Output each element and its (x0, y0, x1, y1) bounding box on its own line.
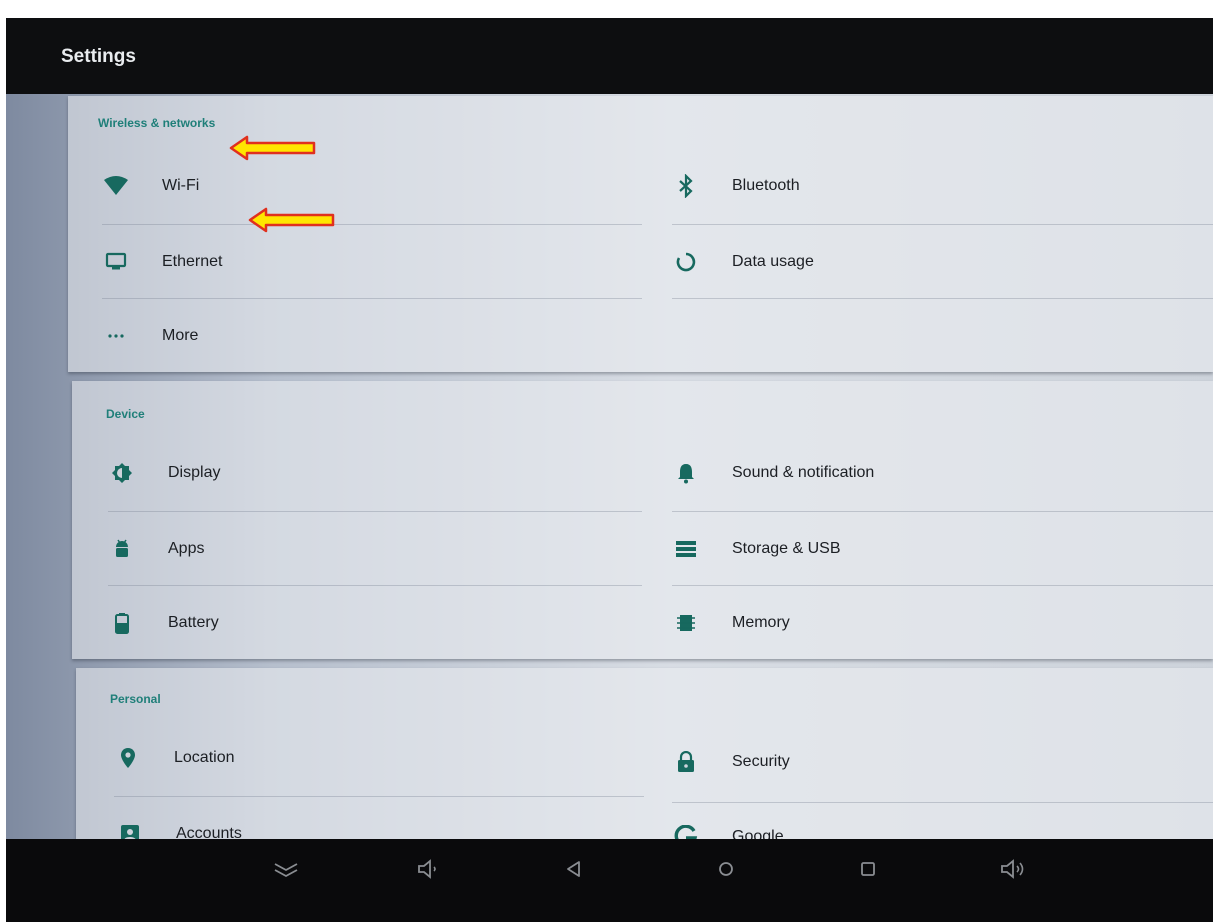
more-icon (102, 322, 130, 350)
setting-label-memory: Memory (732, 614, 790, 631)
recents-icon[interactable] (848, 849, 888, 889)
setting-label-more: More (162, 327, 199, 344)
account-icon (116, 820, 144, 839)
setting-label-apps: Apps (168, 540, 205, 557)
setting-battery[interactable]: Battery (108, 587, 642, 659)
annotation-arrow-left-icon (229, 135, 316, 161)
annotation-arrow-left-icon (248, 207, 335, 233)
memory-icon (672, 609, 700, 637)
divider (102, 298, 642, 299)
setting-label-sound: Sound & notification (732, 464, 875, 481)
action-bar: Settings (6, 18, 1213, 94)
setting-label-display: Display (168, 464, 221, 481)
hide-keyboard-icon[interactable] (266, 849, 306, 889)
battery-icon (108, 609, 136, 637)
back-icon[interactable] (554, 849, 594, 889)
navigation-bar (6, 839, 1213, 922)
volume-up-icon[interactable] (994, 849, 1034, 889)
storage-icon (672, 535, 700, 563)
setting-label-bluetooth: Bluetooth (732, 177, 800, 194)
setting-label-accounts: Accounts (176, 825, 242, 839)
divider (108, 511, 642, 512)
instruction-caption (0, 0, 1213, 14)
section-header-device: Device (106, 407, 145, 421)
divider (672, 298, 1213, 299)
setting-label-google: Google (732, 828, 784, 839)
divider (108, 585, 642, 586)
volume-down-icon[interactable] (410, 849, 450, 889)
setting-display[interactable]: Display (108, 437, 642, 509)
data-usage-icon (672, 248, 700, 276)
setting-location[interactable]: Location (114, 722, 644, 794)
setting-label-wifi: Wi-Fi (162, 177, 200, 194)
setting-data-usage[interactable]: Data usage (672, 226, 1192, 298)
divider (672, 802, 1213, 803)
setting-label-security: Security (732, 753, 790, 770)
setting-label-ethernet: Ethernet (162, 253, 223, 270)
setting-ethernet[interactable]: Ethernet (102, 226, 642, 298)
section-header-personal: Personal (110, 692, 161, 706)
setting-apps[interactable]: Apps (108, 513, 642, 585)
setting-label-location: Location (174, 749, 235, 766)
divider (672, 585, 1213, 586)
ethernet-icon (102, 248, 130, 276)
divider (102, 224, 642, 225)
page-title: Settings (61, 46, 136, 67)
divider (114, 796, 644, 797)
setting-security[interactable]: Security (672, 726, 1192, 798)
google-icon (672, 823, 700, 839)
location-icon (114, 744, 142, 772)
brightness-icon (108, 459, 136, 487)
lock-icon (672, 748, 700, 776)
setting-label-data-usage: Data usage (732, 253, 814, 270)
divider (672, 511, 1213, 512)
setting-more[interactable]: More (102, 300, 642, 372)
wifi-icon (102, 172, 130, 200)
personal-card: Personal Location Security Accounts Goog… (76, 668, 1213, 839)
setting-google[interactable]: Google (672, 806, 1192, 839)
android-icon (108, 535, 136, 563)
setting-accounts[interactable]: Accounts (116, 800, 644, 839)
bell-icon (672, 459, 700, 487)
section-header-wireless: Wireless & networks (98, 116, 216, 130)
setting-storage-usb[interactable]: Storage & USB (672, 513, 1192, 585)
setting-memory[interactable]: Memory (672, 587, 1192, 659)
setting-label-battery: Battery (168, 614, 219, 631)
setting-label-storage: Storage & USB (732, 540, 841, 557)
tablet-screen: Settings Wireless & networks Wi-Fi Bluet… (6, 18, 1213, 922)
home-icon[interactable] (706, 849, 746, 889)
device-card: Device Display Sound & notification Apps… (72, 381, 1213, 659)
setting-wifi[interactable]: Wi-Fi (102, 150, 642, 222)
setting-sound-notification[interactable]: Sound & notification (672, 437, 1192, 509)
settings-content[interactable]: Wireless & networks Wi-Fi Bluetooth Ethe… (6, 94, 1213, 839)
setting-bluetooth[interactable]: Bluetooth (672, 150, 1192, 222)
divider (672, 224, 1213, 225)
bluetooth-icon (672, 172, 700, 200)
